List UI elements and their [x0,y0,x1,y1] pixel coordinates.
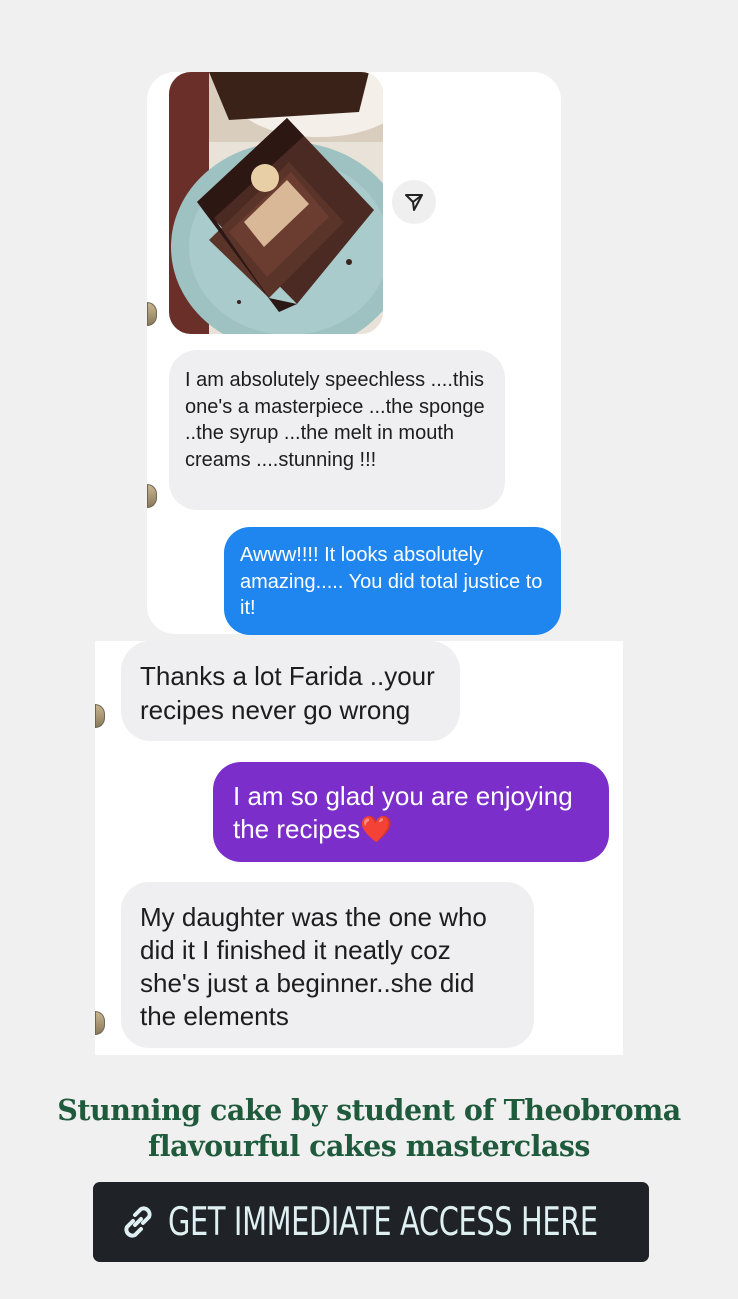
send-icon [405,194,423,211]
caption-line: flavourful cakes masterclass [148,1129,590,1163]
outgoing-message[interactable]: Awww!!!! It looks absolutely amazing....… [224,527,561,635]
cta-label: GET IMMEDIATE ACCESS HERE [168,1199,598,1245]
get-access-link-sticker[interactable]: GET IMMEDIATE ACCESS HERE [93,1182,649,1262]
message-text: I am so glad you are enjoying the recipe… [233,781,573,844]
incoming-message[interactable]: Thanks a lot Farida ..your recipes never… [121,641,460,741]
incoming-message[interactable]: I am absolutely speechless ....this one'… [169,350,505,510]
incoming-message[interactable]: My daughter was the one who did it I fin… [121,882,534,1048]
outgoing-message[interactable]: I am so glad you are enjoying the recipe… [213,762,609,862]
message-text: My daughter was the one who did it I fin… [140,902,487,1031]
heart-emoji: ❤️ [360,814,393,844]
message-text: Awww!!!! It looks absolutely amazing....… [240,544,543,619]
share-button[interactable] [392,180,436,224]
caption-line: Stunning cake by student of Theobroma [57,1093,681,1127]
cake-photo-image [169,72,383,334]
link-icon [124,1206,152,1238]
message-text: Thanks a lot Farida ..your recipes never… [140,661,435,725]
promo-caption: Stunning cake by student of Theobroma fl… [0,1092,738,1164]
cake-photo[interactable] [169,72,383,334]
message-text: I am absolutely speechless ....this one'… [185,369,485,471]
